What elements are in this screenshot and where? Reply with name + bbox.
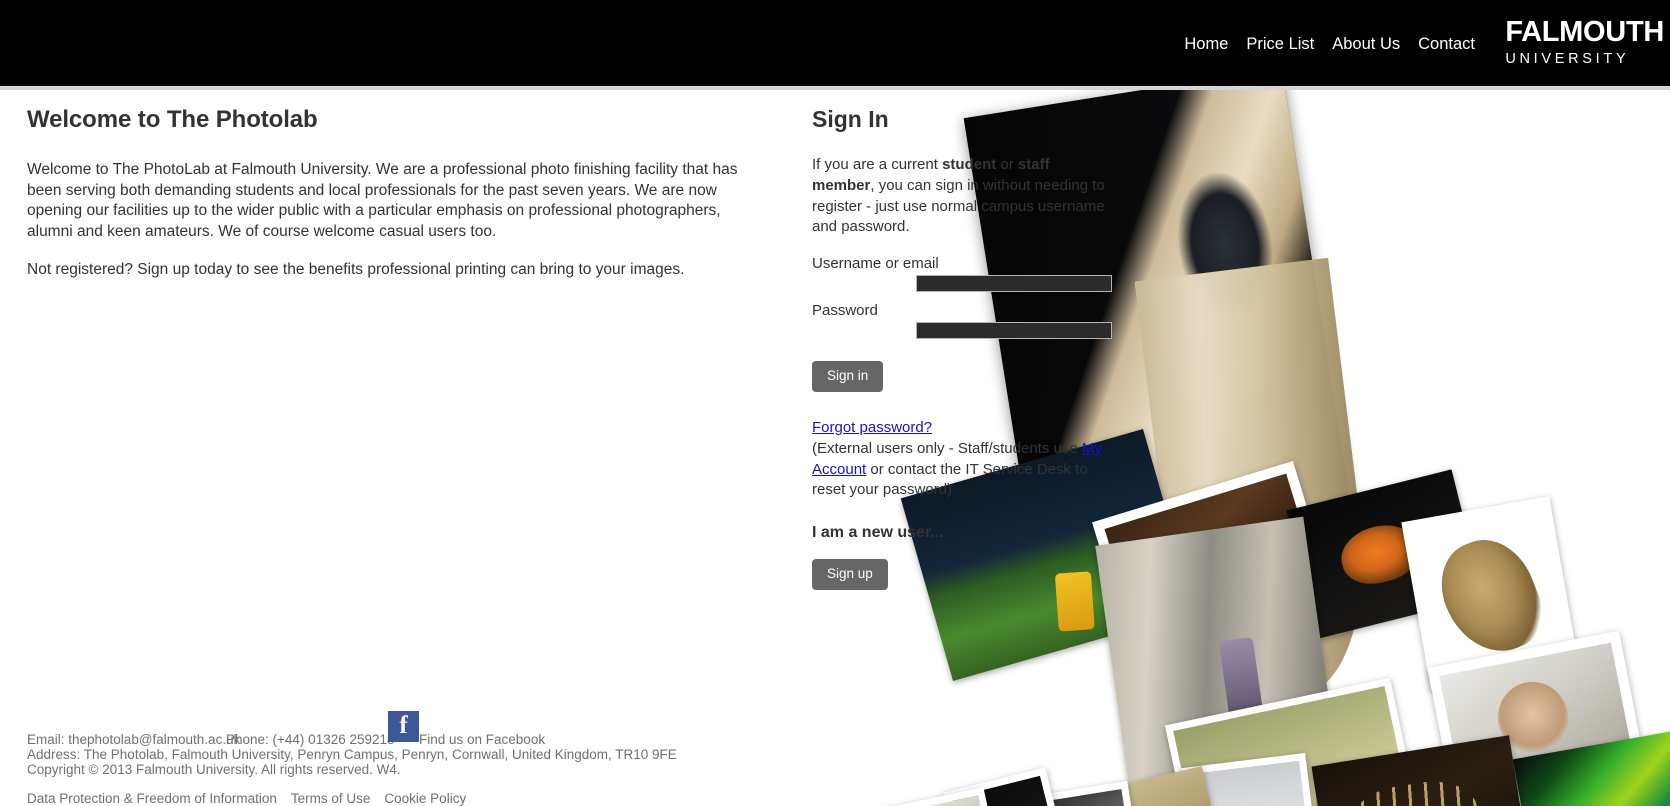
collage-photo-chairs: [1311, 735, 1533, 806]
footer-link-terms-of-use[interactable]: Terms of Use: [291, 791, 371, 806]
username-field-row: [812, 275, 1112, 293]
brand-name: FALMOUTH: [1505, 16, 1664, 48]
password-field-row: [812, 322, 1112, 340]
welcome-paragraph-2: Not registered? Sign up today to see the…: [27, 261, 685, 279]
password-input[interactable]: [916, 322, 1112, 340]
password-label: Password: [812, 302, 878, 320]
collage-photo-green-field: [1164, 677, 1422, 806]
falmouth-university-logo[interactable]: FALMOUTH UNIVERSITY: [1505, 18, 1670, 67]
signin-panel: Sign In If you are a current student or …: [812, 106, 1112, 591]
collage-photo-rocks: [1084, 766, 1232, 806]
header-divider: [0, 86, 1670, 90]
collage-photo-man-looking-up: [1092, 460, 1342, 684]
footer-link-cookie-policy[interactable]: Cookie Policy: [384, 791, 466, 806]
footer-email: Email: thephotolab@falmouth.ac.uk: [27, 732, 241, 748]
collage-photo-body-paint: [1512, 728, 1670, 806]
footer-legal-links: Data Protection & Freedom of Information…: [27, 791, 787, 806]
footer-link-data-protection[interactable]: Data Protection & Freedom of Information: [27, 791, 277, 806]
forgot-password-link[interactable]: Forgot password?: [812, 418, 1112, 439]
collage-photo-blonde-hair: [1134, 257, 1381, 709]
sign-up-button[interactable]: Sign up: [812, 559, 888, 591]
collage-photo-bw-portrait: [1028, 780, 1148, 806]
main-navigation: Home Price List About Us Contact: [1175, 36, 1484, 53]
signin-intro-part-c: or: [996, 156, 1018, 173]
new-user-heading: I am a new user...: [812, 524, 944, 542]
site-footer: Email: thephotolab@falmouth.ac.uk Phone:…: [27, 711, 787, 806]
collage-photo-beach: [870, 787, 1005, 806]
collage-photo-corridor: [1095, 516, 1339, 799]
external-users-note-a: (External users only - Staff/students us…: [812, 439, 1082, 457]
signin-intro-text: If you are a current student or staff me…: [812, 155, 1112, 238]
facebook-icon[interactable]: f: [388, 711, 419, 743]
collage-photo-bw-cape: [943, 767, 1078, 806]
page-root: Home Price List About Us Contact FALMOUT…: [0, 0, 1670, 806]
collage-photo-woman-in-white: [1427, 630, 1648, 806]
sign-in-button[interactable]: Sign in: [812, 361, 884, 393]
username-label: Username or email: [812, 255, 939, 273]
nav-item-price-list[interactable]: Price List: [1237, 36, 1323, 53]
collage-photo-white-wall: [1181, 752, 1324, 806]
welcome-paragraph-1: Welcome to The PhotoLab at Falmouth Univ…: [27, 161, 738, 240]
collage-photo-frog: [1401, 496, 1579, 690]
footer-phone: Phone: (+44) 01326 259218: [226, 732, 395, 748]
footer-facebook-link[interactable]: Find us on Facebook: [419, 733, 545, 748]
footer-copyright: Copyright © 2013 Falmouth University. Al…: [27, 762, 401, 778]
collage-photo-shrimp: [1286, 469, 1484, 639]
signin-heading: Sign In: [812, 106, 889, 132]
signin-intro-student: student: [942, 156, 997, 173]
signin-intro-part-a: If you are a current: [812, 156, 943, 173]
nav-item-home[interactable]: Home: [1175, 36, 1237, 53]
footer-contact-row: Email: thephotolab@falmouth.ac.uk Phone:…: [27, 711, 787, 748]
nav-item-contact[interactable]: Contact: [1409, 36, 1484, 53]
nav-item-about-us[interactable]: About Us: [1323, 36, 1409, 53]
brand-subtitle: UNIVERSITY: [1505, 51, 1630, 67]
welcome-section: Welcome to The Photolab Welcome to The P…: [27, 106, 767, 299]
footer-address: Address: The Photolab, Falmouth Universi…: [27, 747, 677, 763]
page-title: Welcome to The Photolab: [27, 106, 318, 133]
username-input[interactable]: [916, 275, 1112, 293]
password-help-block: Forgot password? (External users only - …: [812, 418, 1112, 501]
